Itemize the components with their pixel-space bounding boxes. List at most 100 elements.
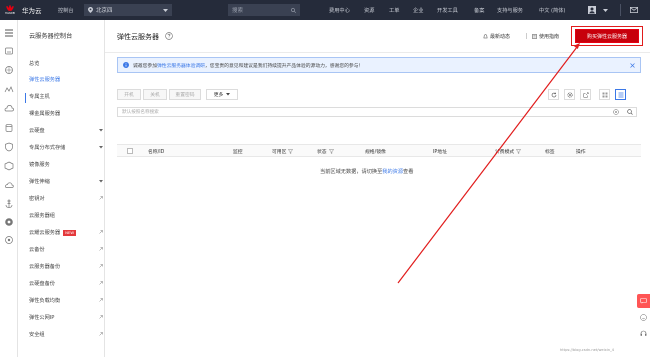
sidebar-item-server-backup[interactable]: 云服务器备份 [29,261,103,271]
container-icon[interactable] [4,161,14,171]
huawei-logo[interactable]: HUAWEI [0,0,20,20]
col-status[interactable]: 状态 [317,148,334,155]
notice-text: 诚邀您参加弹性云服务器体验调研，您宝贵的意见和建议是我们持续提升产品体验的源动力… [133,62,630,69]
sidebar-item-ims[interactable]: 镜像服务 [29,159,103,169]
sidebar-item-label: 云硬盘 [29,127,45,134]
new-badge: NEW [63,229,77,236]
search-button[interactable] [625,107,635,117]
sidebar-item-elb[interactable]: 弹性负载均衡 [29,295,103,305]
sidebar-item-bms[interactable]: 裸金属服务器 [29,108,103,118]
account-dropdown[interactable] [599,4,611,16]
cloud-server-icon[interactable] [4,46,14,56]
notice-text-before: 诚邀您参加 [133,63,157,69]
sidebar-item-dss[interactable]: 专属分布式存储 [29,142,103,152]
chat-icon [640,298,647,304]
nav-enterprise[interactable]: 企业 [413,0,423,20]
filter-icon [516,149,522,154]
col-az[interactable]: 可用区 [272,148,294,155]
more-services-icon[interactable] [4,235,14,245]
external-link-icon [99,315,103,319]
sidebar-item-label: 弹性公网IP [29,314,55,321]
sidebar-item-server-group[interactable]: 云服务器组 [29,210,103,220]
region-value: 北京四 [96,8,113,14]
sidebar-item-label: 密钥对 [29,195,45,202]
anchor-icon[interactable] [4,199,14,209]
sidebar-item-disk-backup[interactable]: 云硬盘备份 [29,278,103,288]
nav-filing[interactable]: 备案 [474,0,484,20]
table-header: 名称/ID 监控 可用区 状态 规格/镜像 IP地址 计费模式 标签 操作 [117,144,641,157]
start-button[interactable]: 开机 [117,89,141,100]
network-icon[interactable] [4,104,14,114]
avatar[interactable] [586,4,598,16]
survey-link[interactable]: 弹性云服务器体验调研 [157,64,205,69]
filter-placeholder: 默认按照名称搜索 [122,110,159,115]
card-view-button[interactable] [599,89,610,100]
latest-news-label: 最新动态 [490,34,511,40]
nav-dev-tools[interactable]: 开发工具 [437,0,458,20]
cdn-icon[interactable] [4,180,14,190]
clear-filter-button[interactable] [611,107,621,117]
search-input[interactable]: 默认按照名称搜索 [117,107,637,117]
nav-tickets[interactable]: 工单 [389,0,399,20]
my-resources-link[interactable]: 我的资源 [382,169,403,175]
smile-icon [640,313,647,321]
database-icon[interactable] [4,123,14,133]
help-icon[interactable] [165,32,173,40]
floating-feedback-button[interactable] [637,294,650,308]
nav-support[interactable]: 支持与服务 [497,0,523,20]
user-guide-link[interactable]: 使用指南 [532,33,559,40]
latest-news-link[interactable]: 最新动态 [483,33,510,40]
header-divider [526,33,527,39]
list-view-button[interactable] [615,89,626,100]
stop-button[interactable]: 关机 [143,89,167,100]
sidebar-item-hecs[interactable]: 云耀云服务器 NEW [29,227,103,237]
external-link-icon [99,230,103,234]
expand-arrow-icon [99,146,103,149]
sidebar-item-evs[interactable]: 云硬盘 [29,125,103,135]
monitoring-icon[interactable] [4,85,14,95]
export-button[interactable] [580,89,591,100]
sidebar-item-autoscaling[interactable]: 弹性伸缩 [29,176,103,186]
sidebar-item-label: 云耀云服务器 [29,229,61,236]
sidebar-item-keypair[interactable]: 密钥对 [29,193,103,203]
col-actions: 操作 [576,150,586,155]
reset-password-button[interactable]: 重置密码 [169,89,201,100]
console-link[interactable]: 控制台 [58,7,74,14]
survey-notice: 诚邀您参加弹性云服务器体验调研，您宝贵的意见和建议是我们持续提升产品体验的源动力… [117,57,641,73]
settings-icon[interactable] [4,217,14,227]
language-selector[interactable]: 中文 (简体) [539,0,565,20]
nav-billing[interactable]: 费用中心 [329,0,350,20]
nav-resources[interactable]: 资源 [364,0,374,20]
more-dropdown[interactable]: 更多 [206,89,238,100]
active-indicator [25,93,26,103]
sidebar-item-security-group[interactable]: 安全组 [29,329,103,339]
settings-button[interactable] [564,89,575,100]
close-icon[interactable] [630,62,635,68]
empty-text-before: 当前区域无数据，请切换至 [320,169,383,175]
sidebar-item-ecs[interactable]: 弹性云服务器 [29,74,103,84]
storage-icon[interactable] [4,65,14,75]
service-icon-rail [0,20,18,357]
region-selector[interactable]: 北京四 [84,4,172,16]
sidebar-item-dedicated-host[interactable]: 专属主机 [29,91,103,101]
sidebar-item-cbr[interactable]: 云备份 [29,244,103,254]
messages-button[interactable] [628,4,640,16]
security-icon[interactable] [4,142,14,152]
floating-service-button[interactable] [637,326,650,340]
external-link-icon [99,298,103,302]
empty-state: 当前区域无数据，请切换至我的资源查看 [320,168,413,175]
sidebar-item-label: 云服务器备份 [29,263,61,270]
floating-smile-button[interactable] [637,310,650,324]
sidebar-item-eip[interactable]: 弹性公网IP [29,312,103,322]
sidebar-item-label: 云备份 [29,246,45,253]
buy-ecs-button[interactable]: 购买弹性云服务器 [575,29,639,43]
col-billing[interactable]: 计费模式 [495,148,522,155]
sidebar-item-overview[interactable]: 总览 [29,58,103,68]
brand-name[interactable]: 华为云 [22,5,62,15]
col-monitoring: 监控 [233,150,243,155]
global-search-input[interactable]: 搜索 [228,4,300,16]
external-link-icon [99,281,103,285]
select-all-checkbox[interactable] [127,148,133,154]
menu-icon[interactable] [4,28,14,38]
refresh-button[interactable] [548,89,559,100]
